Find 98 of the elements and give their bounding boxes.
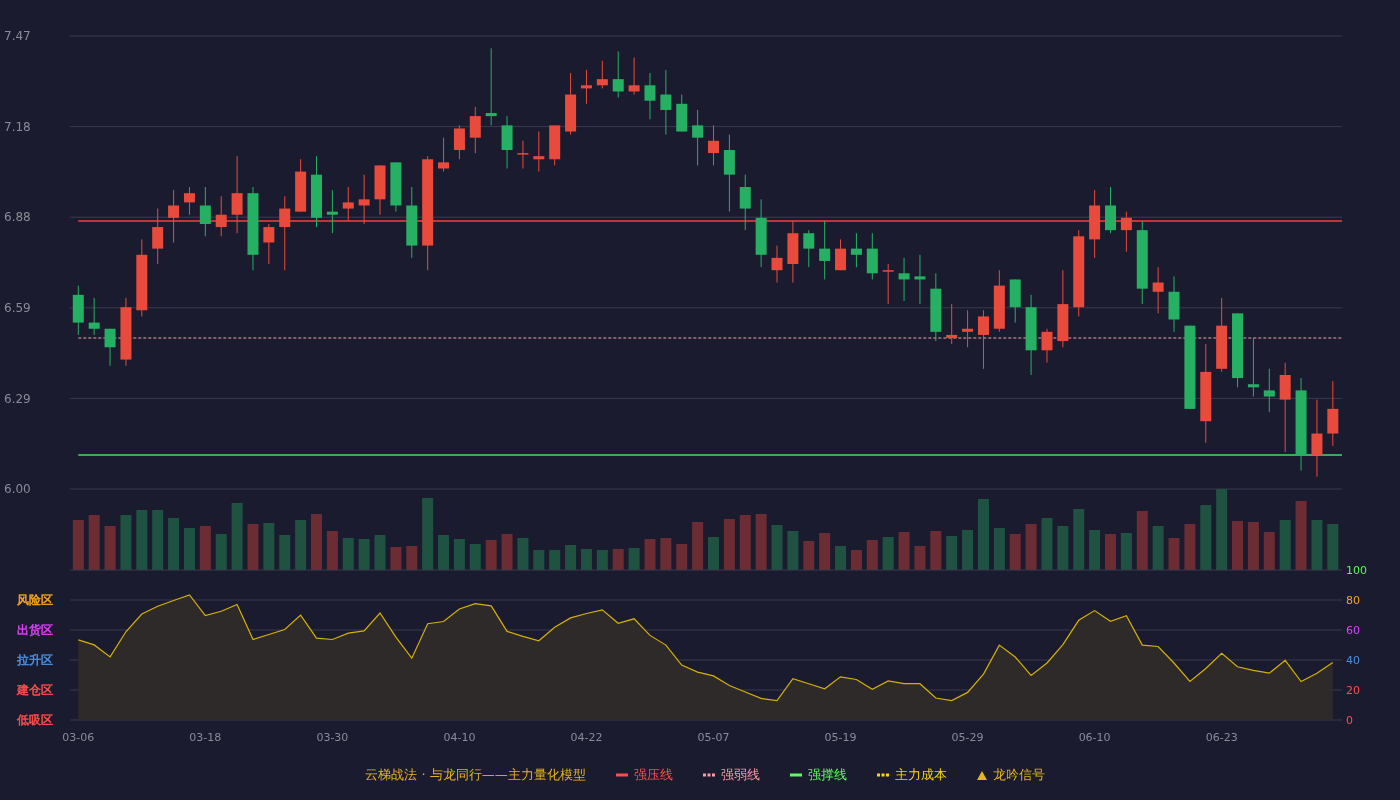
candlestick xyxy=(326,189,338,234)
candlestick xyxy=(215,195,227,237)
candlestick xyxy=(72,285,84,336)
candlestick xyxy=(1247,337,1259,398)
candlestick xyxy=(168,189,180,243)
candlestick xyxy=(787,220,799,284)
candlestick xyxy=(1263,368,1275,413)
axis-label: 06-10 xyxy=(1078,730,1111,744)
candlestick xyxy=(660,69,672,136)
candlestick xyxy=(549,124,561,166)
candlestick xyxy=(708,124,719,166)
candlestick xyxy=(1041,328,1053,364)
candlestick xyxy=(152,208,164,265)
axis-label: 6.29 xyxy=(4,391,31,406)
candlestick xyxy=(358,174,370,225)
triangle-icon xyxy=(976,770,987,780)
candlestick xyxy=(612,50,624,99)
candlestick xyxy=(374,164,386,216)
legend-label: 强弱线 xyxy=(720,766,760,784)
legend-label: 强撑线 xyxy=(807,766,847,784)
axis-label: 6.59 xyxy=(4,301,31,315)
candlestick xyxy=(453,124,465,160)
candlestick xyxy=(120,297,132,367)
candlestick xyxy=(1120,211,1132,253)
candlestick xyxy=(295,158,307,213)
candlestick xyxy=(993,269,1005,333)
candlestick xyxy=(676,94,688,133)
candlestick xyxy=(882,263,894,305)
axis-label: 04-10 xyxy=(443,730,476,744)
candlestick xyxy=(469,106,481,154)
axis-label: 20 xyxy=(1346,683,1360,697)
zone-label: 出货区 xyxy=(17,623,53,638)
candlestick xyxy=(263,223,275,265)
candlestick xyxy=(596,60,608,89)
candlestick xyxy=(88,297,100,336)
zone-label: 拉升区 xyxy=(17,653,53,668)
zone-label: 风险区 xyxy=(17,593,53,608)
candlestick xyxy=(1168,275,1180,333)
legend-title: 云梯战法 · 与龙同行——主力量化模型 xyxy=(365,766,586,784)
candlestick xyxy=(962,309,974,348)
candlestick xyxy=(835,238,847,271)
candlestick xyxy=(977,309,989,370)
axis-label: 7.18 xyxy=(4,119,31,134)
candlestick xyxy=(803,229,815,268)
zone-label: 建仓区 xyxy=(17,683,53,698)
candlestick xyxy=(1152,266,1164,314)
axis-label: 06-23 xyxy=(1205,730,1238,744)
legend-label: 强压线 xyxy=(633,766,673,784)
candlestick xyxy=(438,137,450,173)
axis-label: 60 xyxy=(1346,623,1360,637)
line-swatch-icon xyxy=(615,773,628,777)
axis-label: 03-18 xyxy=(189,730,222,744)
axis-label: 7.47 xyxy=(4,29,31,44)
candlestick xyxy=(930,272,942,342)
axis-label: 40 xyxy=(1346,653,1360,667)
axis-label: 6.88 xyxy=(4,210,31,225)
candlestick xyxy=(501,115,513,169)
candlestick xyxy=(771,245,783,284)
candlestick xyxy=(628,57,640,96)
axis-label: 05-07 xyxy=(697,730,730,744)
candlestick xyxy=(1327,380,1339,447)
zone-label: 低吸区 xyxy=(17,713,53,728)
dashed-line-swatch-icon xyxy=(702,773,715,777)
candlestick xyxy=(914,254,926,305)
axis-label: 0 xyxy=(1346,713,1353,727)
candlestick xyxy=(1089,189,1101,259)
candlestick xyxy=(1009,278,1021,324)
axis-label: 05-19 xyxy=(824,730,857,744)
dashed-line-swatch-icon xyxy=(876,773,889,777)
line-swatch-icon xyxy=(789,773,802,777)
candlestick xyxy=(866,232,878,280)
candlestick xyxy=(390,161,402,213)
candlestick xyxy=(946,303,958,345)
candlestick xyxy=(739,174,751,231)
axis-label: 05-29 xyxy=(951,730,984,744)
axis-label: 80 xyxy=(1346,593,1360,607)
axis-label: 100 xyxy=(1346,563,1367,577)
candlestick xyxy=(1105,186,1116,234)
candlestick xyxy=(644,72,656,120)
axis-label: 03-06 xyxy=(62,730,95,744)
candlestick xyxy=(580,69,592,105)
axis-label: 6.00 xyxy=(4,482,31,497)
axis-label: 04-22 xyxy=(570,730,603,744)
candlestick xyxy=(199,186,211,237)
candlestick xyxy=(565,72,577,136)
candlestick xyxy=(517,140,529,169)
axis-label: 03-30 xyxy=(316,730,349,744)
candlestick xyxy=(819,220,831,280)
candlestick xyxy=(183,186,195,216)
candlestick xyxy=(692,109,704,166)
candlestick xyxy=(533,131,545,173)
legend-label: 龙吟信号 xyxy=(992,766,1045,784)
candlestick xyxy=(342,186,354,222)
candlestick xyxy=(850,232,862,268)
candlestick xyxy=(755,198,767,268)
candlestick xyxy=(104,328,116,367)
candlestick xyxy=(898,257,910,302)
legend-label: 主力成本 xyxy=(894,766,947,784)
